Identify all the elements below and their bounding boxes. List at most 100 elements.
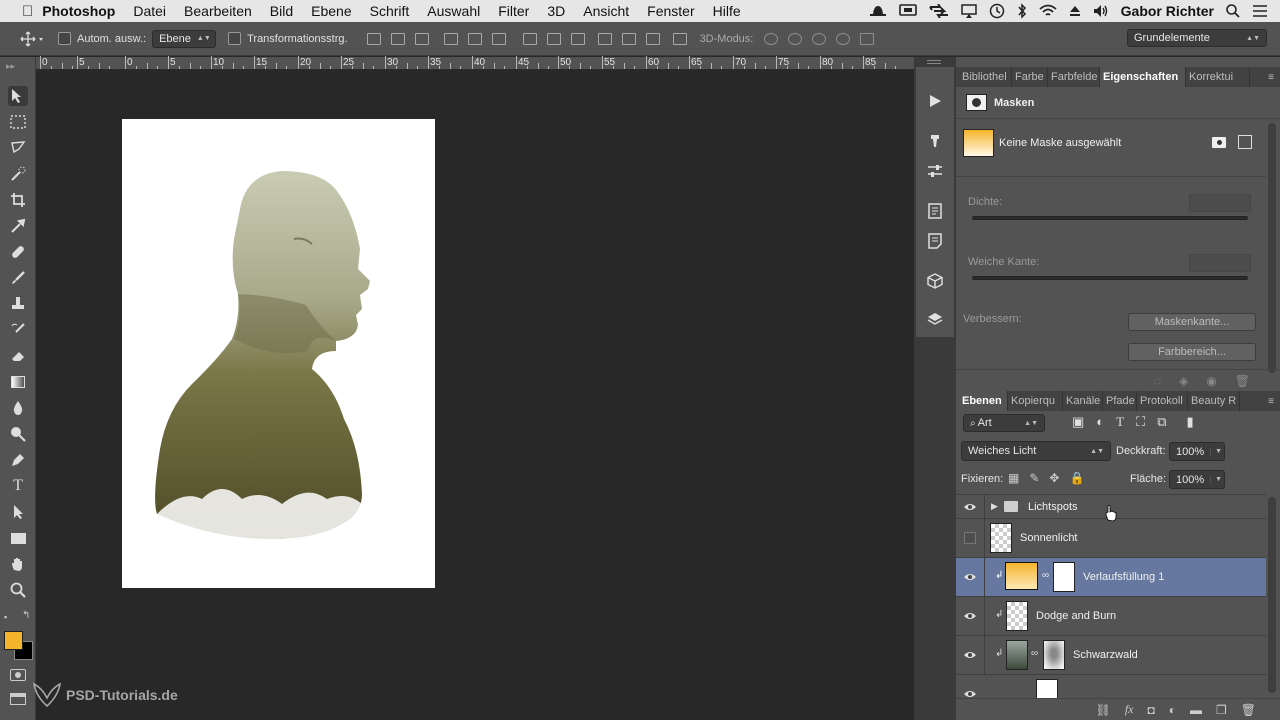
lock-position-icon[interactable]: ✥ (1049, 471, 1059, 485)
opacity-field[interactable]: 100% ▼ (1169, 442, 1225, 461)
lasso-tool[interactable] (8, 138, 28, 158)
tab-bibliotheken[interactable]: Bibliothel (956, 67, 1012, 87)
properties-scrollbar[interactable] (1268, 123, 1276, 373)
eraser-tool[interactable] (8, 346, 28, 366)
user-name[interactable]: Gabor Richter (1121, 3, 1214, 19)
visibility-eye-icon[interactable] (963, 648, 977, 662)
align-bottom-icon[interactable] (414, 32, 429, 45)
auto-select-checkbox[interactable] (58, 32, 71, 45)
eject-icon[interactable] (1069, 5, 1081, 17)
filter-shape-icon[interactable]: ⛶ (1136, 414, 1145, 430)
marquee-tool[interactable] (8, 112, 28, 132)
new-adjustment-icon[interactable]: ◐ (1169, 703, 1176, 717)
new-group-icon[interactable]: ▬ (1190, 703, 1202, 717)
wifi-icon[interactable] (1039, 4, 1057, 18)
feather-value-field[interactable] (1189, 254, 1251, 272)
filter-toggle-icon[interactable]: ▮ (1187, 414, 1194, 430)
notes-button[interactable] (925, 201, 945, 221)
apply-mask-icon[interactable]: ◈ (1179, 374, 1188, 388)
layer-name[interactable]: Sonnenlicht (1020, 532, 1078, 544)
path-select-tool[interactable] (8, 502, 28, 522)
panel-menu-icon[interactable]: ≡ (1268, 72, 1280, 83)
history-brush-tool[interactable] (8, 320, 28, 340)
distribute-top-icon[interactable] (522, 32, 537, 45)
quick-mask-icon[interactable] (10, 669, 26, 681)
hand-tool[interactable] (8, 554, 28, 574)
hat-icon[interactable] (869, 4, 887, 18)
menu-bearbeiten[interactable]: Bearbeiten (175, 3, 261, 19)
apple-logo-icon[interactable]:  (0, 3, 42, 20)
align-hcenter-icon[interactable] (467, 32, 482, 45)
mask-thumbnail[interactable] (1053, 562, 1075, 592)
layer-filter-dropdown[interactable]: ⌕ Art ▲▼ (963, 414, 1045, 432)
menu-auswahl[interactable]: Auswahl (418, 3, 489, 19)
brush-tool[interactable] (8, 268, 28, 288)
layer-row-dodge-and-burn[interactable]: ↲ Dodge and Burn (956, 597, 1266, 636)
align-left-icon[interactable] (443, 32, 458, 45)
menu-filter[interactable]: Filter (489, 3, 538, 19)
mask-thumbnail[interactable] (1043, 640, 1065, 670)
align-right-icon[interactable] (491, 32, 506, 45)
blur-tool[interactable] (8, 398, 28, 418)
align-vcenter-icon[interactable] (390, 32, 405, 45)
distribute-bottom-icon[interactable] (570, 32, 585, 45)
gradient-tool[interactable] (8, 372, 28, 392)
tab-kanaele[interactable]: Kanäle (1063, 391, 1103, 411)
filter-pixel-icon[interactable]: ▣ (1072, 414, 1084, 430)
delete-mask-icon[interactable]: 🗑 (1235, 374, 1250, 388)
notification-list-icon[interactable] (1252, 5, 1268, 17)
actions-panel-button[interactable] (925, 91, 945, 111)
arrows-icon[interactable] (928, 4, 949, 18)
distribute-vcenter-icon[interactable] (546, 32, 561, 45)
align-top-icon[interactable] (366, 32, 381, 45)
pixel-mask-button[interactable] (1212, 137, 1226, 148)
3d-rotate-icon[interactable] (764, 32, 779, 45)
fill-field[interactable]: 100% ▼ (1169, 470, 1225, 489)
3d-roll-icon[interactable] (788, 32, 803, 45)
layers-panel-button[interactable] (925, 309, 945, 329)
add-mask-icon[interactable]: ◘ (1148, 703, 1155, 717)
distribute-right-icon[interactable] (645, 32, 660, 45)
bluetooth-icon[interactable] (1017, 3, 1027, 19)
layers-panel-menu-icon[interactable]: ≡ (1268, 396, 1280, 407)
foreground-color-swatch[interactable] (4, 631, 23, 650)
layers-scrollbar[interactable] (1268, 497, 1276, 693)
transform-controls-checkbox[interactable] (228, 32, 242, 45)
collapse-icon[interactable]: ▸▸ (6, 61, 15, 72)
filter-smart-object-icon[interactable]: ⧉ (1157, 414, 1166, 430)
visibility-eye-icon[interactable] (963, 500, 977, 514)
lock-all-icon[interactable]: 🔒 (1069, 471, 1084, 485)
layer-name[interactable]: Dodge and Burn (1036, 610, 1116, 622)
layer-row-partial[interactable] (956, 675, 1266, 698)
search-icon[interactable] (1226, 4, 1240, 18)
menu-bild[interactable]: Bild (261, 3, 302, 19)
3d-slide-icon[interactable] (836, 32, 851, 45)
tab-eigenschaften[interactable]: Eigenschaften (1100, 67, 1186, 87)
rectangle-tool[interactable] (8, 528, 28, 548)
tab-pfade[interactable]: Pfade (1103, 391, 1137, 411)
mask-edge-button[interactable]: Maskenkante... (1128, 313, 1256, 331)
filter-type-icon[interactable]: T (1116, 414, 1124, 430)
canvas-area[interactable] (36, 70, 914, 720)
eyedropper-tool[interactable] (8, 216, 28, 236)
lock-transparent-icon[interactable]: ▦ (1008, 471, 1019, 485)
layer-style-fx-icon[interactable]: fx (1125, 702, 1134, 717)
distribute-hcenter-icon[interactable] (621, 32, 636, 45)
color-range-button[interactable]: Farbbereich... (1128, 343, 1256, 361)
3d-scale-icon[interactable] (860, 32, 875, 45)
workspace-dropdown[interactable]: Grundelemente ▲▼ (1127, 29, 1267, 47)
density-value-field[interactable] (1189, 194, 1251, 212)
density-slider[interactable] (972, 216, 1248, 220)
tool-presets-button[interactable] (925, 131, 945, 151)
swap-colors-icon[interactable]: ↰ (22, 610, 30, 621)
feather-slider[interactable] (972, 276, 1248, 280)
layer-name[interactable]: Verlaufsfüllung 1 (1083, 571, 1164, 583)
layer-name[interactable]: Lichtspots (1028, 501, 1078, 513)
menu-ansicht[interactable]: Ansicht (574, 3, 638, 19)
default-colors-icon[interactable]: ▪ (4, 612, 7, 622)
new-layer-icon[interactable]: ❐ (1216, 703, 1227, 717)
load-selection-icon[interactable]: ◌ (1154, 374, 1161, 388)
clone-stamp-tool[interactable] (8, 294, 28, 314)
visibility-eye-icon[interactable] (963, 687, 977, 698)
volume-icon[interactable] (1093, 4, 1109, 18)
